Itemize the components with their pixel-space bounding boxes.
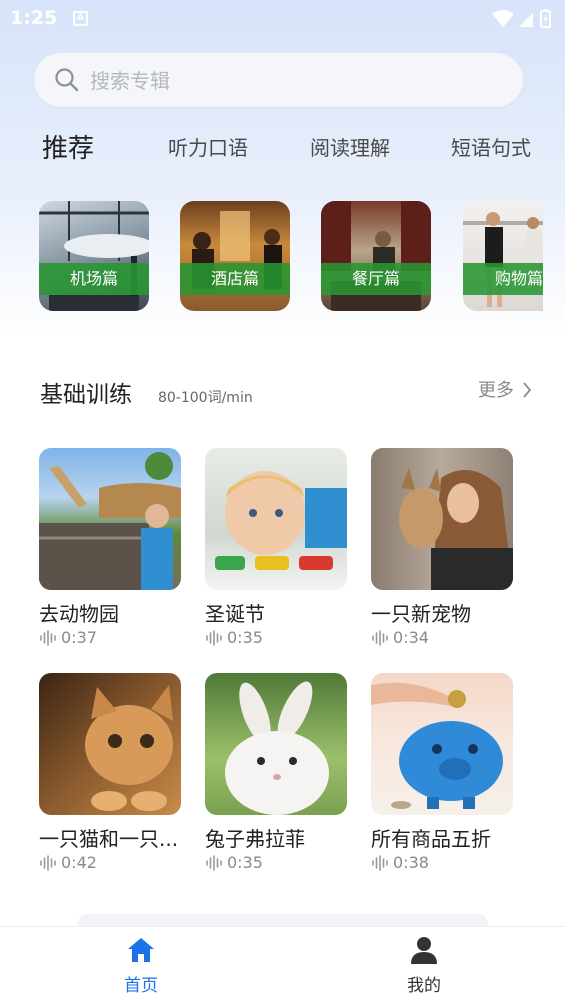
piggy-bank-photo — [371, 682, 503, 809]
lesson-title: 一只猫和一只... — [39, 827, 179, 851]
lesson-duration: 0:35 — [205, 853, 263, 872]
lesson-thumbnail — [39, 673, 181, 815]
more-label: 更多 — [478, 380, 514, 401]
status-bar: 1:25 A — [0, 0, 565, 38]
audio-wave-icon — [372, 855, 388, 871]
scene-card-shopping[interactable]: 购物篇 — [463, 201, 543, 311]
lesson-thumbnail — [371, 448, 513, 590]
woman-dog-photo — [399, 468, 513, 590]
section-subtitle: 80-100词/min — [158, 390, 253, 406]
lesson-title: 去动物园 — [39, 602, 119, 626]
lesson-title: 所有商品五折 — [371, 827, 491, 851]
tab-listening-speaking[interactable]: 听力口语 — [168, 132, 248, 161]
audio-wave-icon — [40, 855, 56, 871]
lesson-thumbnail — [205, 448, 347, 590]
duration-value: 0:34 — [393, 628, 429, 647]
lesson-duration: 0:37 — [39, 628, 97, 647]
kitten-photo — [85, 685, 173, 811]
tab-reading[interactable]: 阅读理解 — [310, 132, 390, 161]
audio-wave-icon — [206, 630, 222, 646]
nav-home-label: 首页 — [124, 976, 158, 996]
search-icon — [54, 67, 80, 97]
lesson-duration: 0:34 — [371, 628, 429, 647]
chevron-right-icon — [522, 382, 532, 403]
nav-mine-label: 我的 — [407, 976, 441, 996]
lesson-duration: 0:42 — [39, 853, 97, 872]
lesson-thumbnail — [205, 673, 347, 815]
user-icon — [411, 937, 437, 964]
tab-recommend[interactable]: 推荐 — [42, 128, 94, 165]
audio-wave-icon — [40, 630, 56, 646]
nav-mine[interactable]: 我的 — [374, 935, 474, 996]
category-tabs: 推荐 听力口语 阅读理解 短语句式 — [0, 132, 565, 176]
lesson-duration: 0:38 — [371, 853, 429, 872]
scene-card-airport[interactable]: 机场篇 — [39, 201, 149, 311]
section-title: 基础训练 — [40, 382, 132, 408]
duration-value: 0:38 — [393, 853, 429, 872]
giraffe-zoo-photo — [39, 452, 181, 590]
lesson-thumbnail — [371, 673, 513, 815]
notification-icon: A — [73, 11, 88, 26]
lesson-title: 兔子弗拉菲 — [205, 827, 305, 851]
scene-card-restaurant[interactable]: 餐厅篇 — [321, 201, 431, 311]
lesson-card[interactable]: 一只猫和一只... 0:42 — [39, 673, 181, 872]
audio-wave-icon — [372, 630, 388, 646]
lesson-thumbnail — [39, 448, 181, 590]
system-icons — [491, 9, 553, 33]
lesson-duration: 0:35 — [205, 628, 263, 647]
lesson-card[interactable]: 去动物园 0:37 — [39, 448, 181, 647]
home-icon — [128, 938, 154, 962]
scene-label-shopping: 购物篇 — [463, 263, 543, 295]
duration-value: 0:37 — [61, 628, 97, 647]
bottom-nav: 首页 我的 — [0, 926, 565, 1001]
tab-phrases[interactable]: 短语句式 — [451, 132, 531, 161]
child-toy-cars-photo — [215, 471, 347, 570]
duration-value: 0:35 — [227, 853, 263, 872]
nav-home[interactable]: 首页 — [91, 935, 191, 996]
scene-label-restaurant: 餐厅篇 — [321, 263, 431, 295]
lesson-card[interactable]: 一只新宠物 0:34 — [371, 448, 513, 647]
scene-label-hotel: 酒店篇 — [180, 263, 290, 295]
lesson-card[interactable]: 圣诞节 0:35 — [205, 448, 347, 647]
wifi-signal-battery-icon — [492, 9, 551, 28]
more-link[interactable]: 更多 — [478, 376, 532, 402]
lesson-title: 一只新宠物 — [371, 602, 471, 626]
duration-value: 0:42 — [61, 853, 97, 872]
status-time: 1:25 — [10, 7, 58, 29]
search-bar[interactable] — [34, 53, 523, 107]
white-rabbit-photo — [225, 681, 329, 815]
lesson-card[interactable]: 兔子弗拉菲 0:35 — [205, 673, 347, 872]
audio-wave-icon — [206, 855, 222, 871]
lesson-title: 圣诞节 — [205, 602, 265, 626]
duration-value: 0:35 — [227, 628, 263, 647]
search-input[interactable] — [88, 63, 492, 99]
lesson-card[interactable]: 所有商品五折 0:38 — [371, 673, 513, 872]
scene-label-airport: 机场篇 — [39, 263, 149, 295]
scene-card-hotel[interactable]: 酒店篇 — [180, 201, 290, 311]
